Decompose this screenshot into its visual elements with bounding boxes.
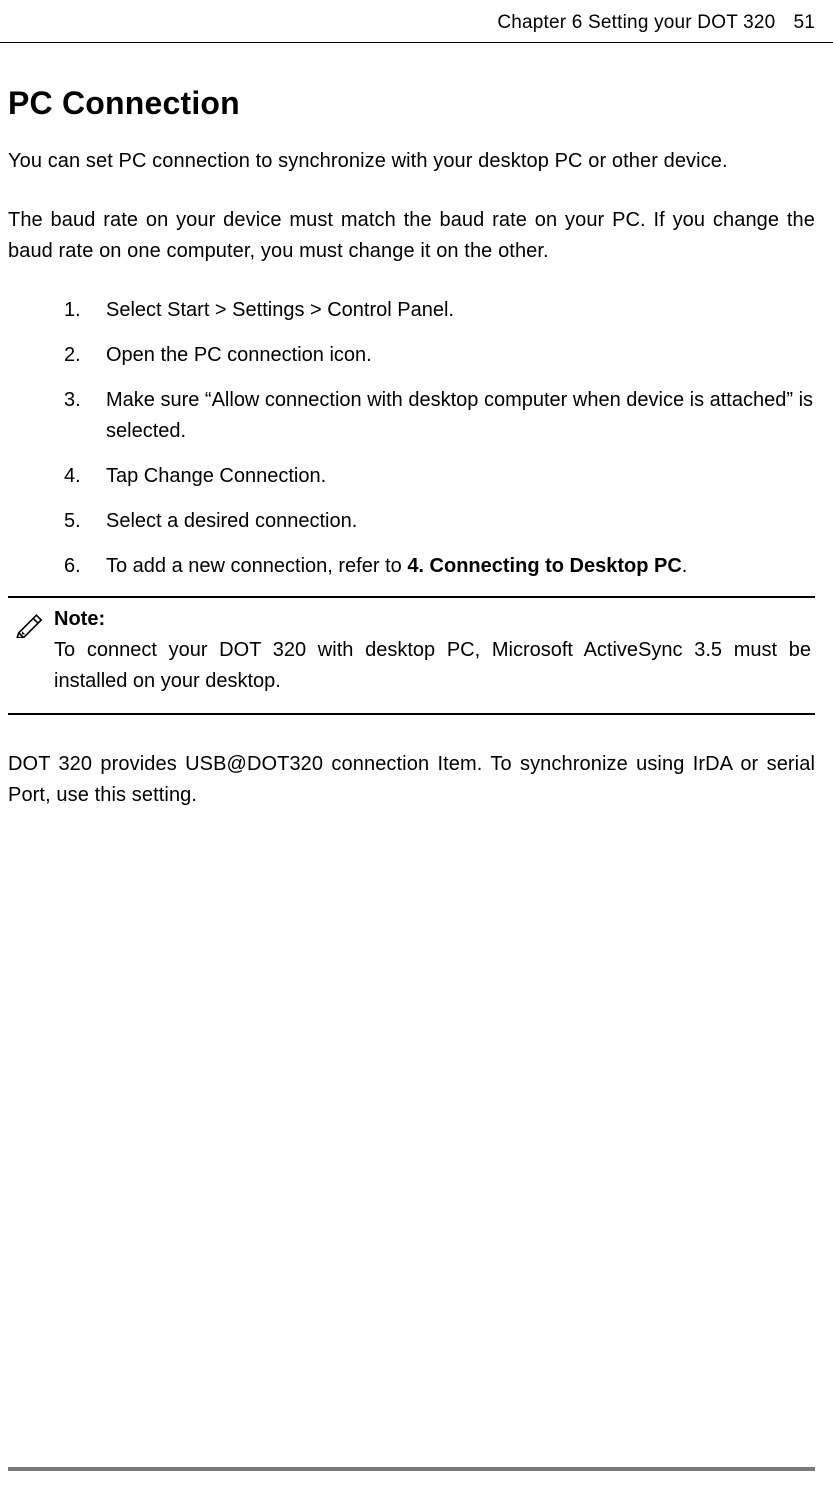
steps-list: Select Start > Settings > Control Panel.… xyxy=(8,295,815,582)
note-body: To connect your DOT 320 with desktop PC,… xyxy=(54,635,811,697)
closing-paragraph: DOT 320 provides USB@DOT320 connection I… xyxy=(8,749,815,811)
section-title: PC Connection xyxy=(8,85,815,122)
step6-prefix: To add a new connection, refer to xyxy=(106,555,407,577)
note-box: Note: To connect your DOT 320 with deskt… xyxy=(8,596,815,715)
list-item: Select Start > Settings > Control Panel. xyxy=(64,295,815,326)
page: Chapter 6 Setting your DOT 320 51 PC Con… xyxy=(0,0,833,1485)
list-item: Select a desired connection. xyxy=(64,506,815,537)
note-text: Note: To connect your DOT 320 with deskt… xyxy=(54,608,815,697)
list-item: To add a new connection, refer to 4. Con… xyxy=(64,551,815,582)
pencil-note-icon xyxy=(8,608,54,643)
baud-paragraph: The baud rate on your device must match … xyxy=(8,205,815,267)
page-content: PC Connection You can set PC connection … xyxy=(0,85,833,811)
list-item: Open the PC connection icon. xyxy=(64,340,815,371)
page-number: 51 xyxy=(793,12,815,34)
list-item: Make sure “Allow connection with desktop… xyxy=(64,385,815,447)
footer-rule xyxy=(8,1467,815,1471)
chapter-label: Chapter 6 Setting your DOT 320 xyxy=(497,12,775,34)
note-label: Note: xyxy=(54,608,811,631)
step6-suffix: . xyxy=(682,555,688,577)
step6-reference: 4. Connecting to Desktop PC xyxy=(407,555,681,577)
page-header: Chapter 6 Setting your DOT 320 51 xyxy=(0,0,833,43)
list-item: Tap Change Connection. xyxy=(64,461,815,492)
intro-paragraph: You can set PC connection to synchronize… xyxy=(8,146,815,177)
